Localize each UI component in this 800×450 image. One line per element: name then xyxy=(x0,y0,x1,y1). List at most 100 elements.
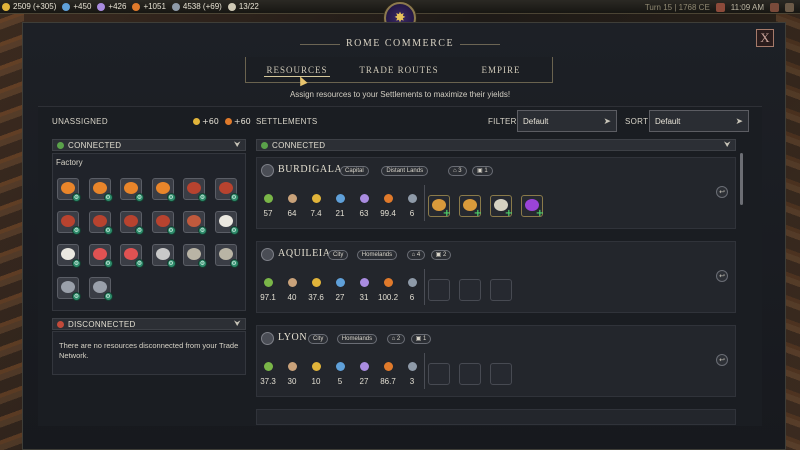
book-icon[interactable] xyxy=(785,2,794,12)
gold-coin-icon xyxy=(311,362,321,371)
resource-assignment-slot[interactable]: + xyxy=(428,195,451,219)
sort-value: Default xyxy=(655,116,681,126)
return-resources-button[interactable]: ↩ xyxy=(716,270,728,282)
resource-slot[interactable]: ⚙ xyxy=(214,178,239,202)
yield-stat: 27 xyxy=(354,362,374,386)
turn-readout: Turn 15 | 1768 CE xyxy=(644,2,710,12)
science-resource[interactable]: +450 xyxy=(62,2,91,11)
tab-empire[interactable]: EMPIRE xyxy=(450,57,552,82)
yield-value: 64 xyxy=(287,209,297,218)
settlements-connected-header[interactable]: CONNECTED ⮟ xyxy=(256,139,736,151)
buildings-value: 1 xyxy=(484,168,488,174)
gold-coin-icon xyxy=(2,2,10,11)
population-icon xyxy=(171,2,180,11)
tin-resource-icon xyxy=(61,281,75,293)
citrus-resource-icon xyxy=(92,182,107,194)
culture-resource[interactable]: +426 xyxy=(97,2,126,11)
resource-slot[interactable]: ⚙ xyxy=(183,178,207,202)
resource-slot[interactable]: ⚙ xyxy=(88,178,113,202)
filter-dropdown[interactable]: Default ➤ xyxy=(517,110,617,132)
resource-slot[interactable]: ⚙ xyxy=(151,211,176,235)
close-button[interactable]: X xyxy=(756,29,774,47)
happiness-resource[interactable]: +1051 xyxy=(132,2,166,11)
yield-value: 3 xyxy=(409,377,415,386)
unassigned-connected-header[interactable]: CONNECTED ⮟ xyxy=(52,139,246,151)
resource-assignment-slot[interactable] xyxy=(459,279,481,301)
industry-hammer-icon xyxy=(287,194,297,203)
divider xyxy=(424,185,425,221)
resource-slot[interactable]: ⚙ xyxy=(214,211,239,235)
resource-slot[interactable]: ⚙ xyxy=(151,244,176,268)
settings-icon[interactable] xyxy=(770,2,779,12)
resource-assignment-slot[interactable]: + xyxy=(459,195,482,219)
resource-slot[interactable]: ⚙ xyxy=(120,244,144,268)
yield-stat: 40 xyxy=(282,278,302,302)
resource-slot[interactable]: ⚙ xyxy=(214,244,239,268)
return-resources-button[interactable]: ↩ xyxy=(716,186,728,198)
settlement-tag: Homelands xyxy=(336,334,378,344)
influence-icon xyxy=(407,278,417,287)
settlement-card-partial[interactable] xyxy=(256,409,736,425)
connected-badge-icon: ⚙ xyxy=(72,193,81,202)
sort-dropdown[interactable]: Default ➤ xyxy=(649,110,749,132)
yield-value: 40 xyxy=(287,293,297,302)
resource-slot[interactable]: ⚙ xyxy=(151,178,176,202)
population-resource[interactable]: 4538 (+69) xyxy=(171,2,222,11)
yield-value: 21 xyxy=(335,209,345,218)
yield-value: 37.6 xyxy=(308,293,324,302)
resource-assignment-slot[interactable] xyxy=(428,279,450,301)
yield-value: 7.4 xyxy=(310,209,322,218)
yield-stat: 86.7 xyxy=(378,362,398,386)
yield-stat: 100.2 xyxy=(378,278,398,302)
resource-assignment-slot[interactable] xyxy=(490,363,512,385)
yield-stat: 7.4 xyxy=(306,194,326,218)
resource-assignment-slot[interactable] xyxy=(459,363,481,385)
resource-slot[interactable]: ⚙ xyxy=(183,211,207,235)
population-count: ⌂ 3 xyxy=(448,166,467,176)
yield-value: 63 xyxy=(359,209,369,218)
resource-slot[interactable]: ⚙ xyxy=(183,244,207,268)
resource-slot[interactable]: ⚙ xyxy=(57,244,81,268)
add-bonus-icon: + xyxy=(473,208,482,219)
connected-badge-icon: ⚙ xyxy=(166,259,176,268)
connected-badge-icon: ⚙ xyxy=(198,226,207,235)
resource-assignment-slot[interactable]: + xyxy=(490,195,513,219)
music-note-icon xyxy=(359,362,369,371)
dyes-resource-icon xyxy=(124,215,138,227)
disconnected-header[interactable]: DISCONNECTED ⮟ xyxy=(52,318,246,330)
collapse-chevron-icon[interactable]: ⮟ xyxy=(724,140,731,150)
collapse-chevron-icon[interactable]: ⮟ xyxy=(234,319,241,329)
resource-slot[interactable]: ⚙ xyxy=(120,211,144,235)
buildings-count: ▣ 1 xyxy=(472,166,493,176)
dropdown-arrow-icon: ➤ xyxy=(735,116,743,126)
tab-trade-routes[interactable]: TRADE ROUTES xyxy=(348,57,450,82)
resource-assignment-slot[interactable]: + xyxy=(521,195,544,219)
gold-resource[interactable]: 2509 (+305) xyxy=(2,2,56,11)
yield-stat: 64 xyxy=(282,194,302,218)
resource-slot[interactable]: ⚙ xyxy=(88,244,113,268)
yield-stat: 10 xyxy=(306,362,326,386)
resource-slot[interactable]: ⚙ xyxy=(120,178,144,202)
collapse-chevron-icon[interactable]: ⮟ xyxy=(234,140,241,150)
buildings-count: ▣ 1 xyxy=(410,334,432,344)
resource-assignment-slot[interactable] xyxy=(428,363,450,385)
resource-slot[interactable]: ⚙ xyxy=(57,211,81,235)
menu-icon[interactable] xyxy=(715,2,725,12)
salt-resource-icon xyxy=(92,248,107,260)
settlement-card[interactable] xyxy=(256,325,736,397)
return-resources-button[interactable]: ↩ xyxy=(716,354,728,366)
influence-icon xyxy=(407,362,417,371)
resource-slot[interactable]: ⚙ xyxy=(57,178,81,202)
resource-assignment-slot[interactable] xyxy=(490,279,512,301)
settlements-scrollbar[interactable] xyxy=(740,153,743,205)
yield-value: 6 xyxy=(409,293,415,302)
settlements-resource[interactable]: 13/22 xyxy=(227,2,259,11)
resource-slot[interactable]: ⚙ xyxy=(88,211,113,235)
resource-slot[interactable]: ⚙ xyxy=(88,277,113,301)
dyes-resource-icon xyxy=(155,215,170,227)
yield-stat: 6 xyxy=(402,278,422,302)
resource-slot[interactable]: ⚙ xyxy=(57,277,81,301)
connected-badge-icon: ⚙ xyxy=(135,259,144,268)
happiness-face-icon xyxy=(132,2,141,11)
gold-coin-icon xyxy=(311,278,321,287)
